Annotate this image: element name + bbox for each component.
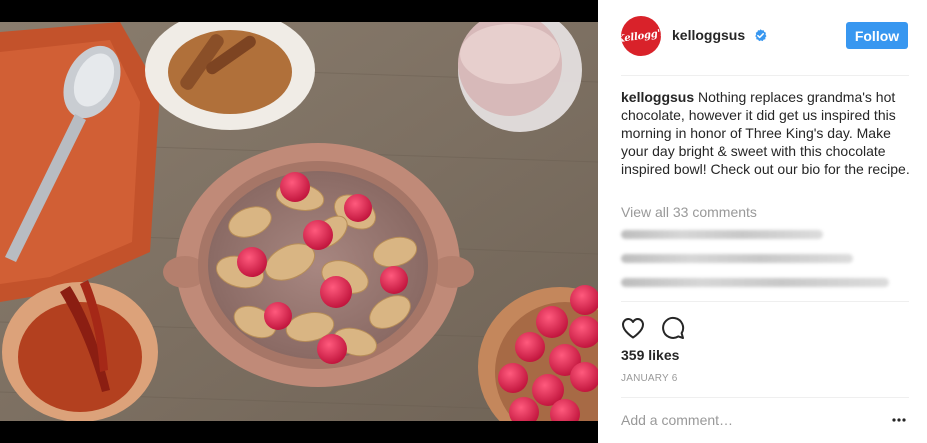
post-side-panel: Kellogg's kelloggsus Follow kelloggsus N… xyxy=(598,0,927,443)
comment-button[interactable] xyxy=(661,316,685,340)
blurred-comment xyxy=(621,254,853,263)
footer-divider xyxy=(621,397,909,398)
comment-bubble-icon xyxy=(662,316,685,339)
more-options-icon xyxy=(892,418,906,422)
like-button[interactable] xyxy=(621,316,645,340)
likes-count[interactable]: 359 likes xyxy=(621,347,679,363)
heart-icon xyxy=(622,318,644,339)
verified-badge-icon xyxy=(755,29,767,42)
caption-username[interactable]: kelloggsus xyxy=(621,89,694,105)
comment-bar xyxy=(621,412,909,428)
view-all-comments-link[interactable]: View all 33 comments xyxy=(621,204,757,220)
post-image-panel xyxy=(0,0,598,443)
avatar[interactable]: Kellogg's xyxy=(621,16,661,56)
post-actions xyxy=(621,316,685,340)
post-caption: kelloggsus Nothing replaces grandma's ho… xyxy=(621,88,911,178)
more-options-button[interactable] xyxy=(889,412,909,428)
header-divider xyxy=(621,75,909,76)
add-comment-input[interactable] xyxy=(621,412,861,428)
follow-button[interactable]: Follow xyxy=(846,22,908,49)
blurred-comment xyxy=(621,278,889,287)
header-username[interactable]: kelloggsus xyxy=(672,27,745,43)
comments-divider xyxy=(621,301,909,302)
kelloggs-logo: Kellogg's xyxy=(621,27,661,45)
post-photo[interactable] xyxy=(0,22,598,421)
post-header: Kellogg's kelloggsus Follow xyxy=(598,0,927,75)
post-date[interactable]: JANUARY 6 xyxy=(621,373,677,384)
blurred-comment xyxy=(621,230,823,239)
blurred-comments xyxy=(621,230,911,302)
